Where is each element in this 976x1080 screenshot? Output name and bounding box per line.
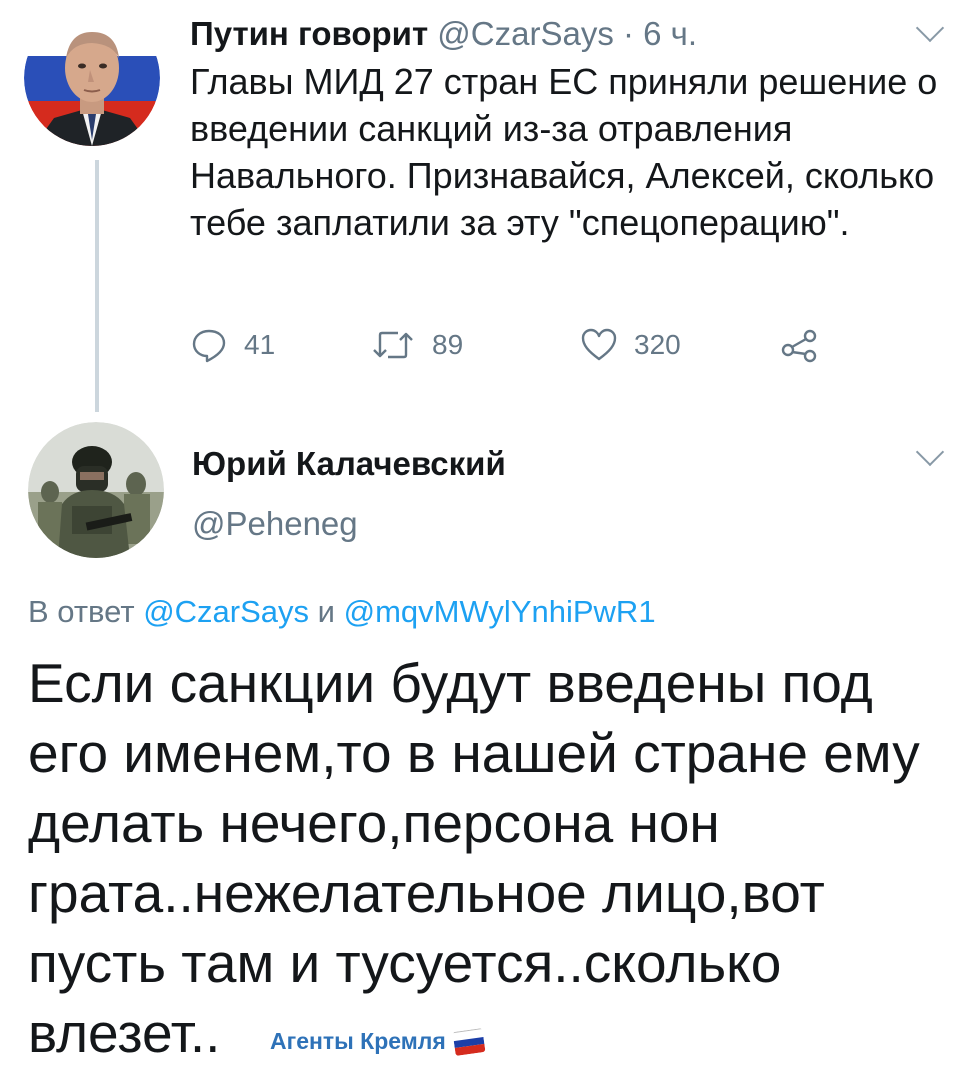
watermark-text: Агенты Кремля — [270, 1028, 446, 1054]
thread-connector-line — [95, 160, 99, 412]
tweet1-handle[interactable]: @CzarSays — [437, 15, 614, 52]
chevron-down-icon[interactable] — [915, 13, 945, 43]
tweet2-author-name[interactable]: Юрий Калачевский — [192, 444, 506, 484]
like-icon — [580, 326, 618, 364]
tweet2-handle[interactable]: @Peheneg — [192, 504, 358, 544]
like-button[interactable]: 320 — [580, 322, 681, 368]
tweet1-time[interactable]: 6 ч. — [643, 15, 697, 52]
like-count: 320 — [634, 329, 681, 360]
reply-prefix: В ответ — [28, 594, 144, 629]
reply-conjunction: и — [309, 594, 344, 629]
tweet1-header: Путин говорит @CzarSays · 6 ч. — [190, 14, 697, 54]
avatar-soldier[interactable] — [28, 422, 164, 558]
retweet-icon — [370, 326, 416, 364]
tweet2-text: Если санкции будут введены под его имене… — [28, 652, 920, 1064]
share-button[interactable] — [780, 322, 820, 368]
reply-icon — [190, 326, 228, 364]
reply-context: В ответ @CzarSays и @mqvMWylYnhiPwR1 — [28, 592, 656, 632]
retweet-button[interactable]: 89 — [370, 322, 463, 368]
reply-button[interactable]: 41 — [190, 322, 275, 368]
tweet1-actions: 41 89 320 — [190, 322, 890, 368]
chevron-down-icon[interactable] — [915, 437, 945, 467]
reply-mention-czarsays[interactable]: @CzarSays — [143, 594, 309, 629]
reply-mention-second[interactable]: @mqvMWylYnhiPwR1 — [344, 594, 656, 629]
share-icon — [780, 326, 820, 364]
tweet1-author-name[interactable]: Путин говорит — [190, 15, 428, 52]
tweet1-text: Главы МИД 27 стран ЕС приняли решение о … — [190, 61, 938, 243]
russian-flag-icon — [452, 1027, 486, 1056]
avatar-putin[interactable] — [24, 10, 160, 146]
tweet1-separator: · — [613, 15, 644, 52]
watermark: Агенты Кремля — [270, 1027, 486, 1056]
retweet-count: 89 — [432, 329, 464, 360]
reply-count: 41 — [244, 329, 276, 360]
